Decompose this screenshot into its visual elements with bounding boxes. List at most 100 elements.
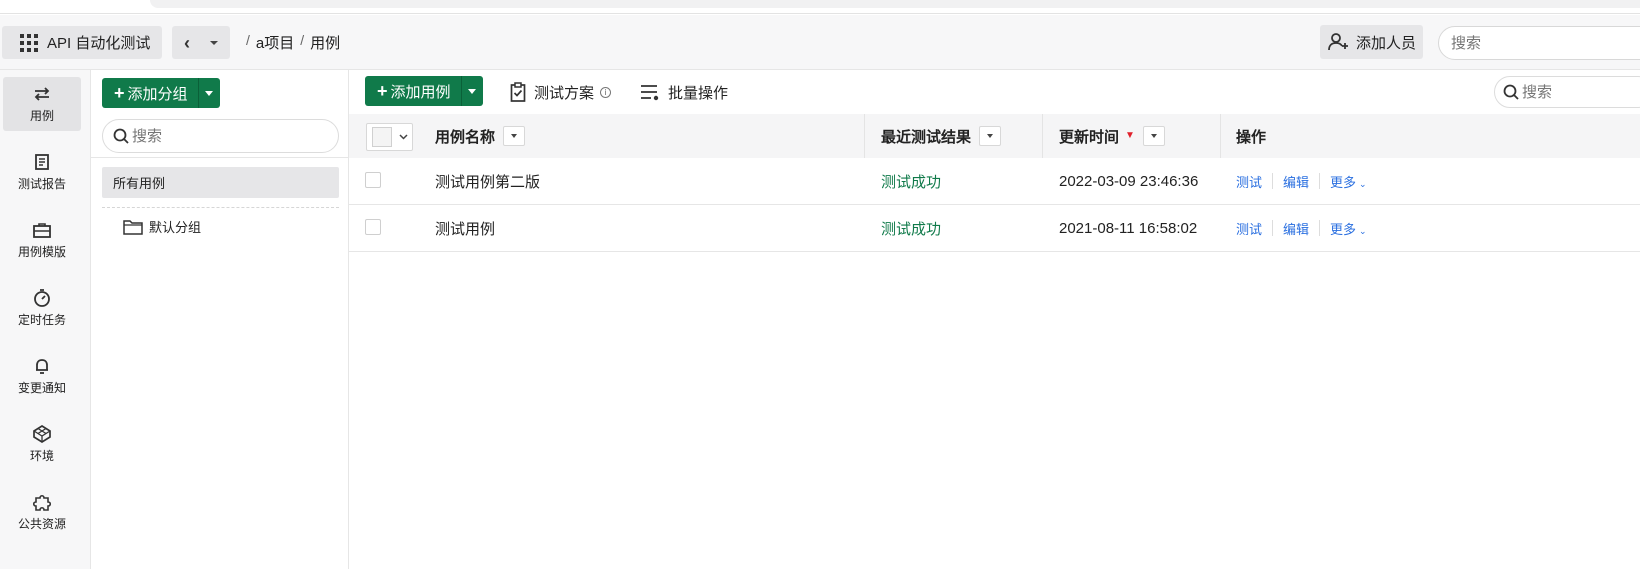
folder-icon	[123, 219, 143, 235]
add-group-dropdown-button[interactable]	[197, 78, 220, 108]
rail-item-label: 测试报告	[17, 176, 66, 191]
group-search	[102, 119, 339, 153]
add-group-button[interactable]: + 添加分组	[102, 78, 198, 108]
browser-address-bar	[150, 0, 1640, 8]
column-filter-button[interactable]	[979, 126, 1002, 146]
group-item-default[interactable]: 默认分组	[123, 217, 201, 236]
add-case-label: 添加用例	[390, 83, 451, 101]
stopwatch-icon	[33, 288, 51, 307]
bell-icon	[33, 357, 51, 375]
row-checkbox[interactable]	[365, 172, 381, 188]
list-settings-icon	[641, 85, 659, 101]
column-filter-button[interactable]	[503, 126, 526, 146]
search-icon	[1503, 84, 1519, 100]
case-search-input[interactable]	[1522, 83, 1622, 101]
caret-down-icon	[987, 134, 994, 138]
updated-time: 2021-08-11 16:58:02	[1059, 219, 1198, 237]
edit-action-link[interactable]: 编辑	[1283, 219, 1309, 238]
more-action-link[interactable]: 更多 ⌄	[1330, 219, 1367, 238]
briefcase-icon	[33, 221, 51, 239]
swap-arrows-icon	[33, 85, 51, 103]
add-case-dropdown-button[interactable]	[460, 76, 483, 106]
breadcrumb-project[interactable]: a项目	[256, 32, 294, 53]
chevron-down-icon: ⌄	[1359, 178, 1367, 189]
row-actions: 测试 编辑 更多 ⌄	[1236, 158, 1367, 204]
caret-down-icon	[511, 134, 518, 138]
group-panel: + 添加分组 所有用例 默认分组	[91, 70, 349, 569]
rail-item-label: 用例模版	[17, 244, 66, 259]
add-case-split-button: + 添加用例	[365, 76, 483, 106]
select-all-checkbox[interactable]	[372, 127, 392, 147]
select-all-dropdown[interactable]	[366, 123, 413, 151]
add-case-button[interactable]: + 添加用例	[365, 76, 461, 106]
add-member-label: 添加人员	[1356, 34, 1417, 52]
breadcrumb: / a项目 / 用例	[246, 31, 341, 53]
more-action-link[interactable]: 更多 ⌄	[1330, 172, 1367, 191]
rail-item-notifications[interactable]: 变更通知	[3, 349, 81, 403]
column-header-name: 用例名称	[435, 114, 526, 158]
test-plan-label: 测试方案	[534, 84, 595, 102]
info-icon: i	[600, 86, 612, 98]
chevron-down-icon: ⌄	[1359, 225, 1367, 236]
rail-item-label: 公共资源	[17, 516, 66, 531]
test-action-link[interactable]: 测试	[1236, 219, 1262, 238]
rail-item-reports[interactable]: 测试报告	[3, 145, 81, 199]
column-header-updated[interactable]: 更新时间 ▼	[1059, 114, 1165, 158]
breadcrumb-cases[interactable]: 用例	[310, 32, 340, 53]
browser-strip	[0, 0, 1640, 14]
back-nav-button[interactable]: ‹	[172, 26, 230, 59]
rail-item-label: 环境	[29, 448, 54, 463]
main-area: + 添加用例 测试方案 i 批量操作 用例名称 最近测试结果	[349, 70, 1640, 569]
column-filter-button[interactable]	[1142, 126, 1165, 146]
search-icon	[113, 128, 129, 144]
report-icon	[33, 153, 51, 171]
chevron-down-icon	[399, 134, 408, 140]
add-group-label: 添加分组	[127, 85, 188, 103]
row-actions: 测试 编辑 更多 ⌄	[1236, 205, 1367, 251]
puzzle-icon	[33, 493, 51, 511]
panel-divider	[91, 157, 349, 158]
rail-item-public-resources[interactable]: 公共资源	[3, 485, 81, 539]
chevron-left-icon: ‹	[184, 32, 190, 53]
apps-grid-icon	[20, 33, 38, 52]
sort-desc-icon: ▼	[1125, 130, 1135, 141]
rail-item-environment[interactable]: 环境	[3, 417, 81, 471]
table-row[interactable]: 测试用例第二版 测试成功 2022-03-09 23:46:36 测试 编辑 更…	[349, 158, 1640, 205]
rail-item-cases[interactable]: 用例	[3, 77, 81, 131]
rail-item-templates[interactable]: 用例模版	[3, 213, 81, 267]
table-header: 用例名称 最近测试结果 更新时间 ▼ 操作	[349, 114, 1640, 158]
dashed-divider	[102, 207, 339, 208]
group-item-label: 默认分组	[149, 220, 202, 235]
app-switcher-button[interactable]: API 自动化测试	[2, 26, 162, 59]
updated-time: 2022-03-09 23:46:36	[1059, 172, 1199, 190]
column-header-actions: 操作	[1236, 128, 1267, 146]
case-name[interactable]: 测试用例	[435, 205, 495, 251]
cube-icon	[33, 424, 51, 443]
add-member-button[interactable]: 添加人员	[1320, 25, 1423, 59]
case-search	[1494, 76, 1640, 108]
row-checkbox[interactable]	[365, 219, 381, 235]
add-group-split-button: + 添加分组	[102, 78, 220, 108]
all-cases-item[interactable]: 所有用例	[102, 167, 339, 198]
test-action-link[interactable]: 测试	[1236, 172, 1262, 191]
test-result: 测试成功	[881, 220, 942, 238]
rail-item-scheduled[interactable]: 定时任务	[3, 281, 81, 335]
rail-item-label: 用例	[29, 108, 54, 123]
left-rail: 用例 测试报告 用例模版 定时任务 变更通知 环境 公共资源	[0, 70, 91, 569]
group-search-input[interactable]	[132, 127, 322, 145]
rail-item-label: 定时任务	[17, 312, 66, 327]
global-search-input[interactable]	[1438, 26, 1640, 60]
edit-action-link[interactable]: 编辑	[1283, 172, 1309, 191]
caret-down-icon	[210, 40, 218, 45]
plus-icon: +	[377, 81, 388, 101]
test-plan-button[interactable]: 测试方案 i	[510, 79, 612, 105]
rail-item-label: 变更通知	[17, 380, 66, 395]
column-header-result: 最近测试结果	[881, 114, 1002, 158]
batch-operation-button[interactable]: 批量操作	[640, 79, 728, 105]
table-row[interactable]: 测试用例 测试成功 2021-08-11 16:58:02 测试 编辑 更多 ⌄	[349, 205, 1640, 252]
test-result: 测试成功	[881, 173, 942, 191]
top-header: API 自动化测试 ‹ / a项目 / 用例 添加人员	[0, 15, 1640, 70]
caret-down-icon	[468, 88, 477, 94]
plus-icon: +	[114, 83, 125, 103]
case-name[interactable]: 测试用例第二版	[435, 158, 540, 204]
